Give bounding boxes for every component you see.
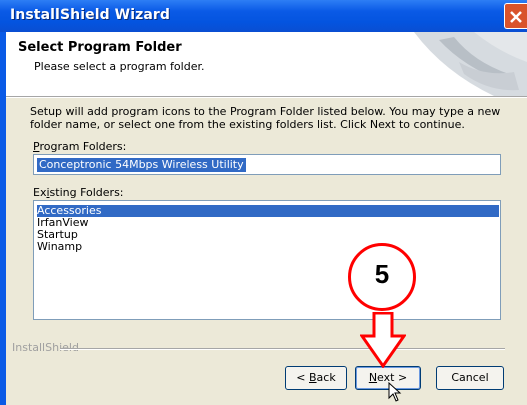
step-marker: 5 xyxy=(348,243,416,311)
footer-divider xyxy=(60,348,505,350)
program-folder-input[interactable]: Conceptronic 54Mbps Wireless Utility xyxy=(33,154,501,175)
page-title: Select Program Folder xyxy=(18,40,182,55)
list-item[interactable]: Accessories xyxy=(37,205,499,217)
list-item[interactable]: Winamp xyxy=(37,241,499,253)
list-item[interactable]: Startup xyxy=(37,229,499,241)
close-icon xyxy=(510,11,522,23)
wizard-header: Select Program Folder Please select a pr… xyxy=(6,32,527,97)
back-button[interactable]: < Back xyxy=(285,366,347,390)
close-button[interactable] xyxy=(504,3,527,29)
cancel-button[interactable]: Cancel xyxy=(436,366,504,390)
window-title: InstallShield Wizard xyxy=(10,7,171,23)
down-arrow-icon xyxy=(360,312,406,368)
wizard-graphic-icon xyxy=(414,32,527,96)
title-bar: InstallShield Wizard xyxy=(0,0,527,32)
step-number: 5 xyxy=(374,259,390,289)
existing-folders-list[interactable]: Accessories IrfanView Startup Winamp xyxy=(33,200,501,320)
program-folder-value: Conceptronic 54Mbps Wireless Utility xyxy=(37,158,246,172)
mouse-cursor-icon xyxy=(388,382,402,402)
program-folders-label: Program Folders: xyxy=(33,140,127,153)
existing-folders-label: Existing Folders: xyxy=(33,186,124,199)
page-subtitle: Please select a program folder. xyxy=(34,60,205,73)
list-item[interactable]: IrfanView xyxy=(37,217,499,229)
description-text: Setup will add program icons to the Prog… xyxy=(30,105,501,131)
